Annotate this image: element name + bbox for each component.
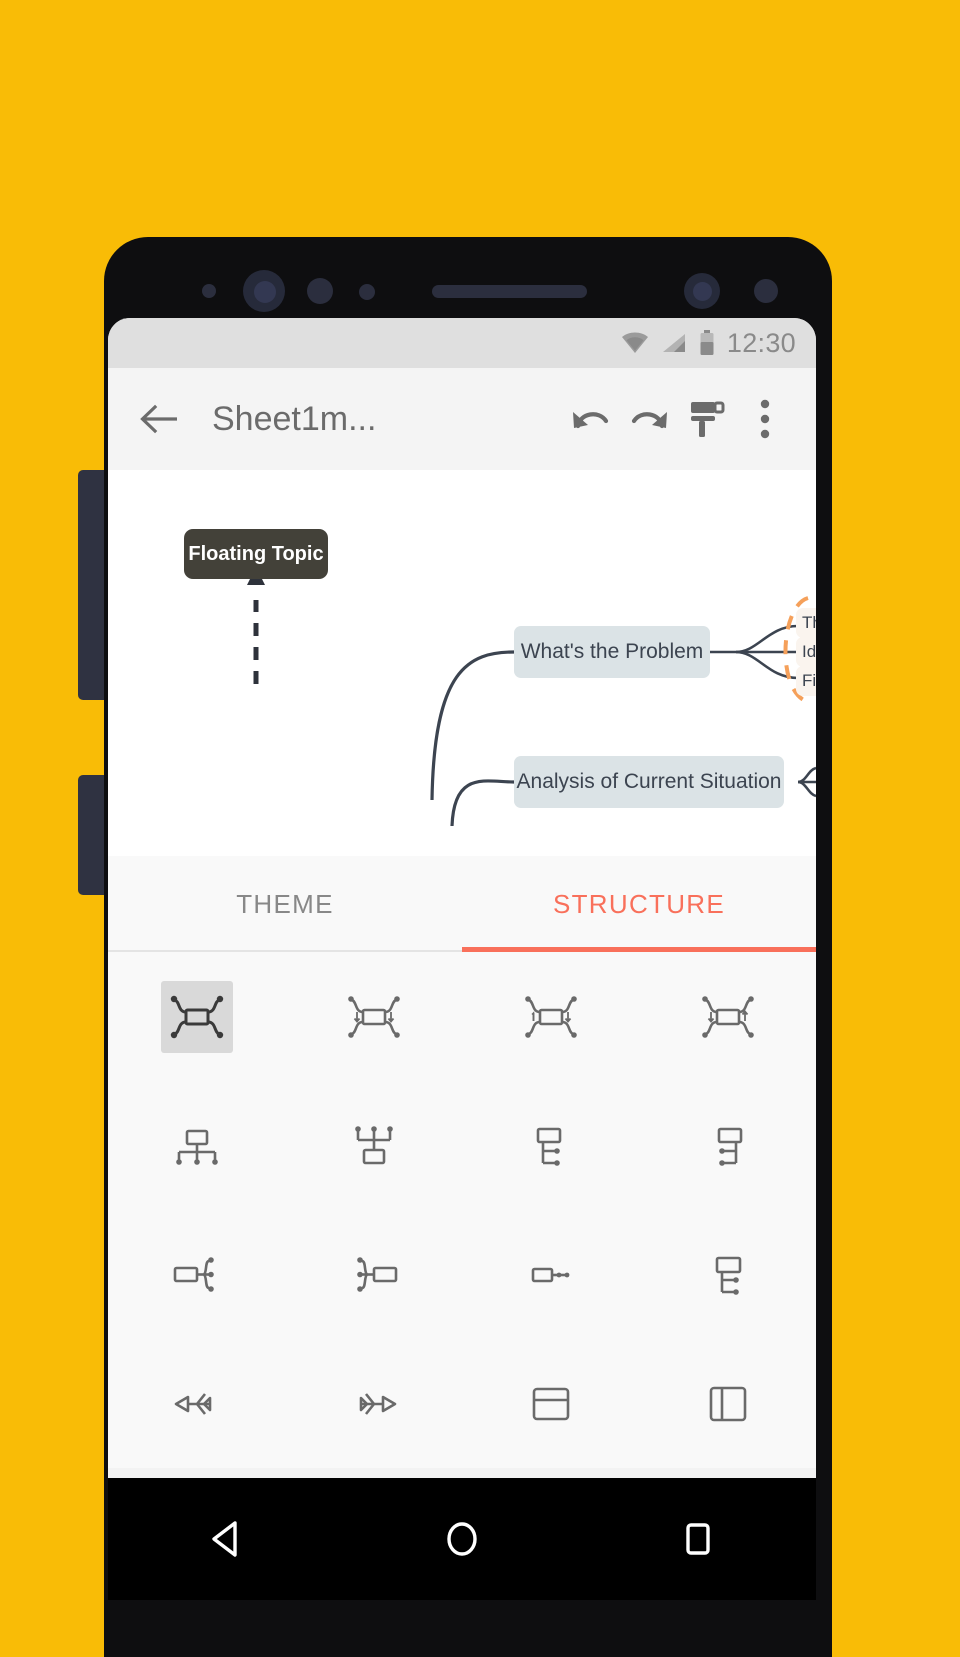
cell-signal-icon xyxy=(662,334,685,352)
structure-item-org-chart-down[interactable] xyxy=(108,1081,285,1210)
structure-item-tree-left[interactable] xyxy=(639,1081,816,1210)
volume-button[interactable] xyxy=(78,470,104,700)
structure-item-org-chart-up[interactable] xyxy=(285,1081,462,1210)
battery-icon xyxy=(700,330,714,355)
tab-theme[interactable]: THEME xyxy=(108,856,462,952)
subtopic-node-2[interactable]: Ide xyxy=(796,637,816,667)
structure-item-timeline-arrow[interactable] xyxy=(462,1210,639,1339)
structure-item-map-down-right[interactable] xyxy=(285,952,462,1081)
mindmap-canvas[interactable]: Floating Topic What's the Problem Analys… xyxy=(108,470,816,856)
sensor-dot xyxy=(307,278,333,304)
phone-screen: 12:30 Sheet1m... Floating Topic What's t… xyxy=(108,318,816,1478)
subtopic-node-3[interactable]: Fir xyxy=(796,666,816,696)
screenshot-root: 12:30 Sheet1m... Floating Topic What's t… xyxy=(0,0,960,1657)
floating-topic-node[interactable]: Floating Topic xyxy=(184,529,328,579)
structure-item-vertical-split[interactable] xyxy=(639,1339,816,1468)
overflow-menu-icon[interactable] xyxy=(736,390,794,448)
triangle-back-icon[interactable] xyxy=(186,1499,266,1579)
structure-item-map-numbered[interactable] xyxy=(462,952,639,1081)
front-camera-lens-icon xyxy=(254,281,276,303)
structure-item-horizontal-split[interactable] xyxy=(462,1339,639,1468)
status-bar-clock: 12:30 xyxy=(726,327,796,358)
page-title: Sheet1m... xyxy=(212,399,377,438)
app-bar: Sheet1m... xyxy=(108,368,816,470)
paint-roller-icon[interactable] xyxy=(678,390,736,448)
undo-icon[interactable] xyxy=(562,390,620,448)
power-button[interactable] xyxy=(78,775,104,895)
structure-item-logic-left[interactable] xyxy=(285,1210,462,1339)
sensor-dot xyxy=(359,284,375,300)
structure-grid xyxy=(108,952,816,1468)
circle-home-icon[interactable] xyxy=(422,1499,502,1579)
sensor-dot xyxy=(693,282,712,301)
tab-structure[interactable]: STRUCTURE xyxy=(462,856,816,952)
structure-item-tree-table[interactable] xyxy=(639,1210,816,1339)
sensor-dot xyxy=(754,279,778,303)
tab-active-indicator xyxy=(462,947,816,952)
sensor-cluster xyxy=(104,262,832,322)
redo-icon[interactable] xyxy=(620,390,678,448)
back-arrow-icon[interactable] xyxy=(134,393,186,445)
panel-bottom-padding xyxy=(108,1468,816,1478)
sensor-dot xyxy=(202,284,216,298)
topic-node-analysis[interactable]: Analysis of Current Situation xyxy=(514,756,784,808)
panel-tabs: THEME STRUCTURE xyxy=(108,856,816,952)
status-bar: 12:30 xyxy=(108,318,816,368)
square-recents-icon[interactable] xyxy=(658,1499,738,1579)
android-nav-bar xyxy=(108,1478,816,1600)
topic-node-problem[interactable]: What's the Problem xyxy=(514,626,710,678)
earpiece-speaker xyxy=(432,285,587,298)
structure-item-fishbone-right[interactable] xyxy=(285,1339,462,1468)
structure-item-fishbone-left[interactable] xyxy=(108,1339,285,1468)
wifi-icon xyxy=(621,332,648,353)
structure-item-logic-right[interactable] xyxy=(108,1210,285,1339)
structure-item-map-balanced[interactable] xyxy=(108,952,285,1081)
subtopic-node-1[interactable]: Th xyxy=(796,608,816,638)
structure-item-tree-right[interactable] xyxy=(462,1081,639,1210)
structure-item-map-down-left[interactable] xyxy=(639,952,816,1081)
